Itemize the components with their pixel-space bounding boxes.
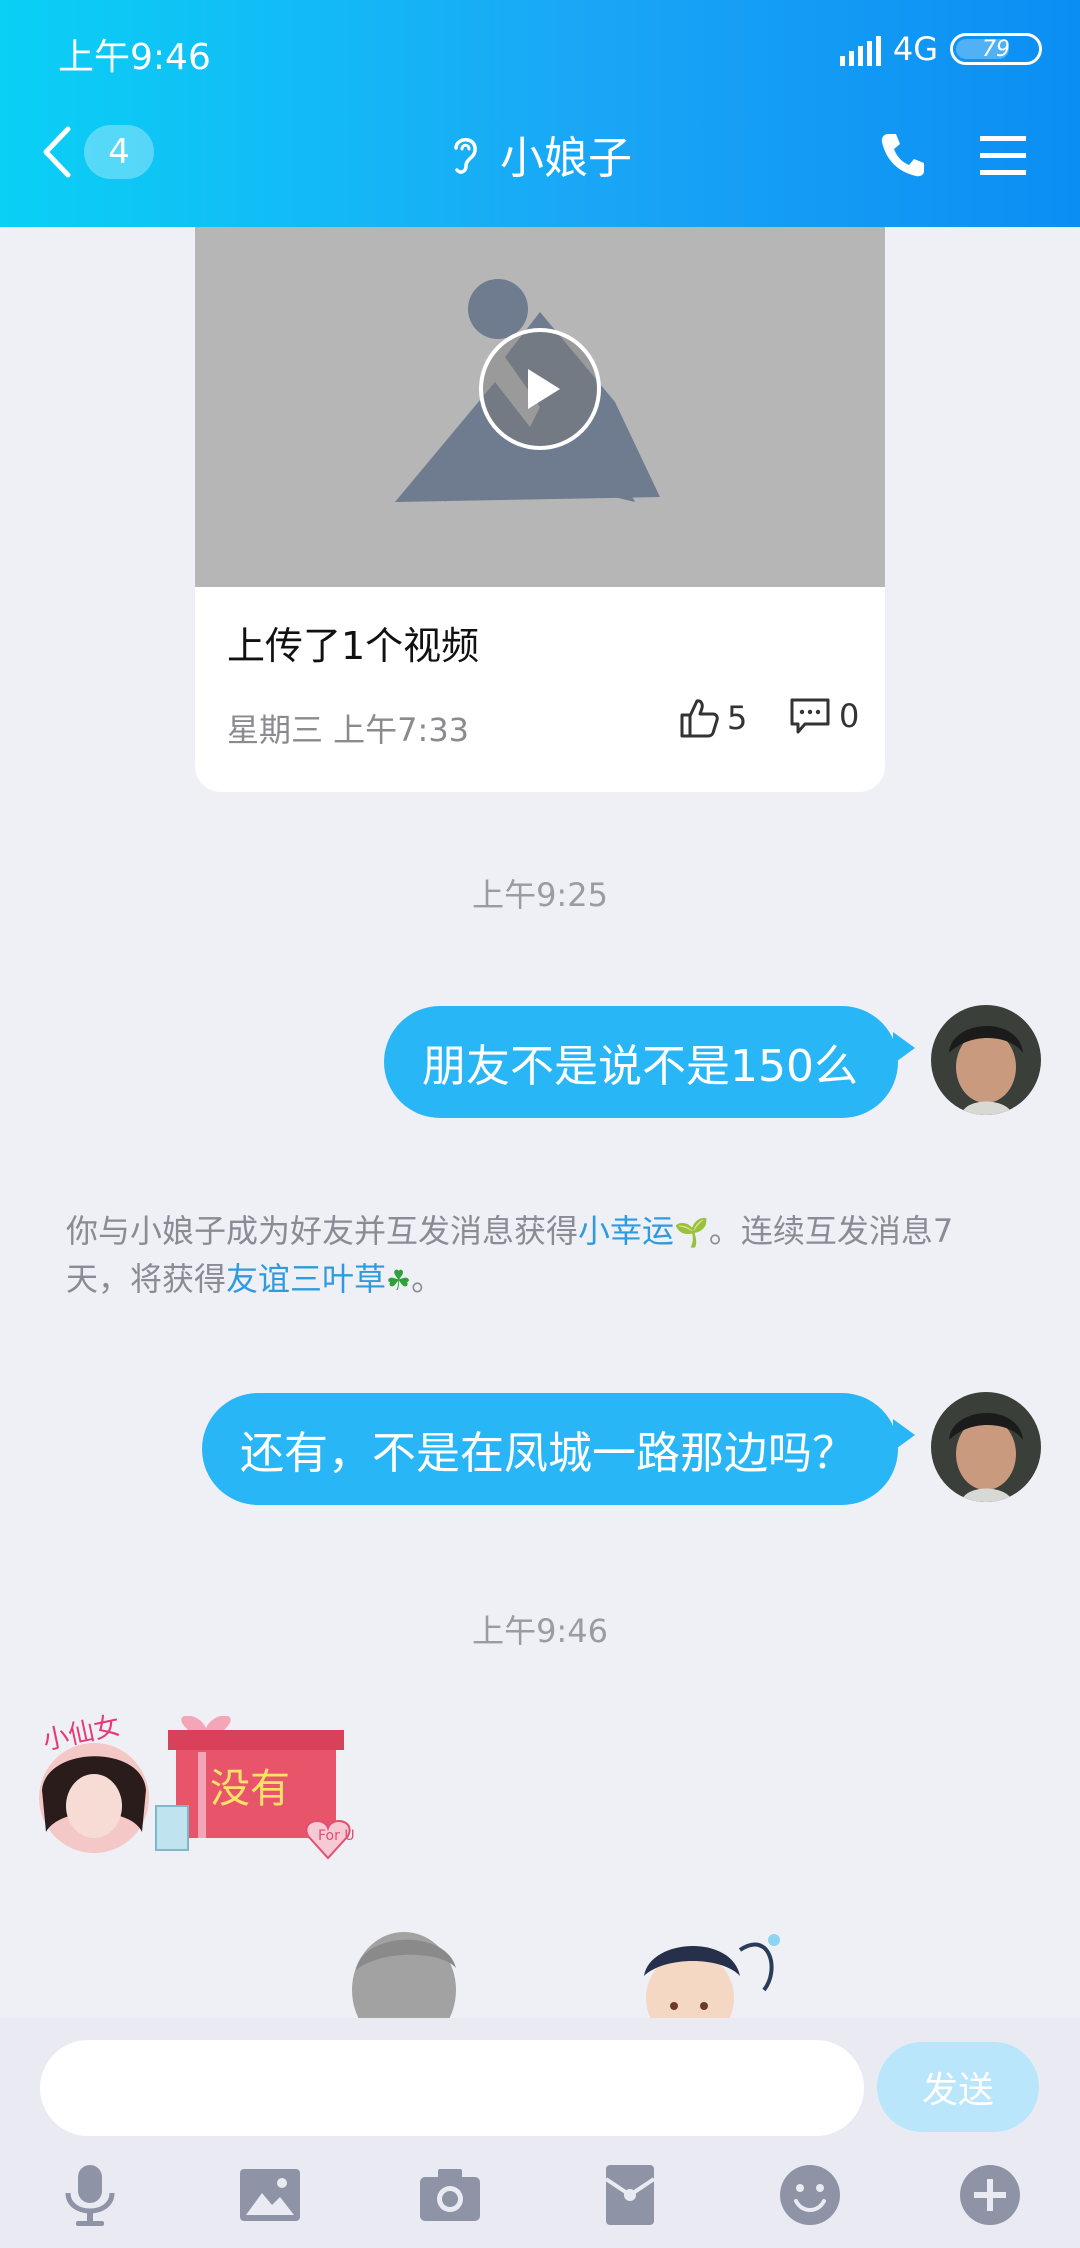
message-bubble-outgoing[interactable]: 还有，不是在凤城一路那边吗？ <box>202 1393 898 1505</box>
avatar[interactable] <box>931 1392 1041 1502</box>
message-bubble-outgoing[interactable]: 朋友不是说不是150么 <box>384 1006 898 1118</box>
signal-icon <box>839 32 881 66</box>
like-button[interactable]: 5 <box>679 697 747 739</box>
status-icons: 4G 79 <box>839 30 1042 68</box>
image-icon[interactable] <box>236 2161 304 2229</box>
input-bar: 发送 <box>0 2018 1080 2248</box>
video-thumbnail[interactable] <box>195 227 885 587</box>
ear-icon <box>454 138 477 174</box>
like-count: 5 <box>727 699 748 737</box>
network-type: 4G <box>892 30 938 68</box>
time-separator: 上午9:46 <box>472 1612 608 1650</box>
video-post-card[interactable]: 上传了1个视频 星期三 上午7:33 5 0 <box>195 227 885 792</box>
time-separator: 上午9:25 <box>472 876 608 914</box>
emoji-icon[interactable] <box>776 2161 844 2229</box>
page-title: 小娘子 <box>500 133 632 184</box>
gift-tag: For U <box>318 1828 355 1844</box>
bubble-tail <box>893 1032 915 1064</box>
comment-button[interactable]: 0 <box>789 697 859 735</box>
clover-link[interactable]: 友谊三叶草 <box>226 1260 386 1298</box>
avatar[interactable]: 小仙女 <box>30 1710 160 1860</box>
menu-icon[interactable] <box>978 134 1028 178</box>
sticker-label: 没有 <box>210 1766 290 1812</box>
lucky-link[interactable]: 小幸运 <box>578 1212 674 1250</box>
microphone-icon[interactable] <box>56 2161 124 2229</box>
video-timestamp: 星期三 上午7:33 <box>227 711 470 749</box>
red-packet-icon[interactable] <box>596 2161 664 2229</box>
sprout-icon: 🌱 <box>674 1216 709 1249</box>
status-time: 上午9:46 <box>58 37 211 78</box>
play-icon[interactable] <box>478 327 602 451</box>
video-caption: 上传了1个视频 <box>227 624 480 668</box>
avatar[interactable] <box>931 1005 1041 1115</box>
chat-header: 上午9:46 4G 79 4 小娘子 <box>0 0 1080 227</box>
bubble-tail <box>893 1419 915 1451</box>
send-button[interactable]: 发送 <box>877 2042 1039 2132</box>
camera-icon[interactable] <box>416 2161 484 2229</box>
system-notice: 你与小娘子成为好友并互发消息获得小幸运🌱。连续互发消息7天，将获得友谊三叶草☘。 <box>66 1208 1006 1304</box>
battery-level: 79 <box>982 36 1010 62</box>
gift-sticker[interactable]: For U 没有 <box>148 1715 360 1866</box>
plus-icon[interactable] <box>956 2161 1024 2229</box>
message-input[interactable] <box>40 2040 864 2136</box>
comment-count: 0 <box>839 697 860 735</box>
phone-icon[interactable] <box>878 130 928 180</box>
notice-text: 。 <box>411 1260 444 1298</box>
comment-icon <box>790 698 830 734</box>
thumbs-up-icon <box>680 699 719 738</box>
notice-text: 你与小娘子成为好友并互发消息获得 <box>66 1212 579 1250</box>
battery-icon: 79 <box>950 33 1042 65</box>
clover-icon: ☘ <box>386 1264 412 1297</box>
